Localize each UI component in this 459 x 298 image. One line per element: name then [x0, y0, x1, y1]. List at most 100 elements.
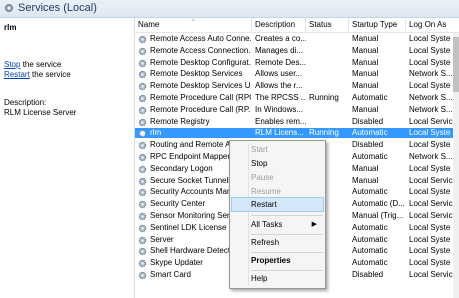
cell-startup-type: Automatic — [352, 93, 388, 102]
selected-service-name: rlm — [4, 23, 17, 32]
cell-startup-type: Manual — [352, 175, 379, 185]
gear-icon — [138, 59, 147, 67]
cell-description: Creates a co... — [255, 34, 306, 43]
cell-log-on-as: Local Syste — [409, 163, 451, 173]
table-row[interactable]: Remote Registry Enables rem... Disabled Loc… — [135, 117, 459, 127]
restart-service-link[interactable]: Restart — [4, 70, 30, 79]
cell-log-on-as: Local Servic — [409, 116, 453, 126]
table-row[interactable]: Remote Access Auto Conne... Creates a co.… — [135, 34, 459, 44]
menu-item-properties[interactable]: Properties — [232, 254, 323, 267]
gear-icon — [138, 177, 147, 185]
cell-status — [309, 105, 349, 115]
cell-description: Enables rem... — [255, 116, 306, 126]
service-name: Remote Procedure Call (RPC) — [150, 93, 251, 102]
service-name: RPC Endpoint Mapper — [150, 152, 231, 161]
cell-startup-type: Automatic — [352, 234, 388, 244]
cell-startup-type: Automatic — [352, 258, 388, 268]
column-header-status[interactable]: Status — [306, 18, 349, 32]
stop-link-suffix: the service — [20, 60, 62, 69]
service-description: Description: RLM License Server — [4, 98, 76, 118]
cell-log-on-as: Network S... — [409, 69, 453, 79]
cell-name: Remote Registry — [138, 117, 251, 127]
scrollbar-thumb[interactable] — [453, 37, 459, 92]
cell-log-on-as: Local Syste — [409, 187, 451, 197]
cell-startup-type: Manual — [352, 57, 379, 67]
service-name: Sentinel LDK License M — [150, 222, 236, 232]
table-row[interactable]: Remote Desktop Services U... Allows the r… — [135, 81, 459, 91]
gear-icon — [138, 259, 147, 268]
menu-item-resume: Resume — [251, 187, 281, 196]
cell-status — [309, 34, 349, 44]
vertical-scrollbar[interactable] — [453, 33, 459, 298]
cell-name: Remote Procedure Call (RPC) — [138, 93, 251, 103]
table-row[interactable]: rlm RLM Licens... Running Automatic Local Sy… — [135, 128, 459, 139]
service-name: Remote Desktop Services — [150, 69, 243, 79]
cell-log-on-as: Local Syste — [409, 258, 451, 268]
cell-description: Allows user... — [255, 69, 303, 79]
description-text: RLM License Server — [4, 108, 77, 117]
service-name: Secure Socket Tunnelin — [150, 175, 235, 185]
gear-icon — [138, 271, 147, 280]
cell-status: Running — [309, 93, 339, 102]
gear-icon — [138, 236, 147, 244]
cell-log-on-as: Local Servic — [409, 199, 453, 209]
cell-description: Allows the r... — [255, 81, 303, 91]
column-header-startup-type[interactable]: Startup Type — [349, 18, 406, 32]
service-name: Routing and Remote A — [150, 140, 231, 150]
service-name: Shell Hardware Detecti — [150, 246, 232, 256]
stop-service-link[interactable]: Stop — [4, 60, 20, 69]
cell-log-on-as: Local Syste — [409, 222, 451, 232]
service-name: Smart Card — [150, 270, 191, 279]
table-row[interactable]: Remote Procedure Call (RP... In Windows..… — [135, 105, 459, 115]
cell-log-on-as: Network S... — [409, 152, 453, 161]
service-name: Remote Desktop Configurat... — [150, 57, 251, 67]
gear-icon — [138, 212, 147, 221]
gear-icon — [138, 106, 147, 114]
cell-log-on-as: Local Servic — [409, 211, 453, 220]
menu-separator — [251, 215, 323, 216]
menu-item-refresh[interactable]: Refresh — [232, 236, 323, 249]
cell-log-on-as: Local Servic — [409, 270, 453, 279]
menu-item-all-tasks-label: All Tasks — [251, 220, 283, 229]
menu-separator — [251, 252, 323, 253]
table-row[interactable]: Remote Access Connection... Manages di...… — [135, 46, 459, 56]
gear-icon — [138, 153, 147, 162]
cell-startup-type: Manual — [352, 45, 379, 55]
gear-icon — [138, 82, 147, 91]
cell-log-on-as: Network S... — [409, 104, 453, 114]
cell-name: Remote Desktop Services — [138, 69, 251, 79]
menu-item-stop[interactable]: Stop — [232, 157, 323, 170]
column-header-description[interactable]: Description — [252, 18, 306, 32]
table-row[interactable]: Remote Desktop Configurat... Remote Des..… — [135, 58, 459, 68]
service-details-pane: rlm Stop the service Restart the service… — [0, 18, 134, 298]
table-row[interactable]: Remote Desktop Services Allows user... Man… — [135, 69, 459, 79]
cell-log-on-as: Network S... — [409, 93, 453, 102]
column-header-name[interactable]: ^ Name — [135, 18, 252, 32]
service-name: Skype Updater — [150, 258, 203, 268]
cell-startup-type: Automatic (D... — [352, 199, 405, 209]
table-row[interactable]: Remote Procedure Call (RPC) The RPCSS ...… — [135, 93, 459, 103]
cell-log-on-as: Local Syste — [409, 246, 451, 256]
column-header-log-on-as[interactable]: Log On As — [406, 18, 459, 32]
column-header-row: ^ Name Description Status Startup Type L… — [135, 18, 459, 33]
gear-icon — [138, 130, 147, 138]
description-label: Description: — [4, 98, 47, 107]
menu-item-all-tasks[interactable]: All Tasks ▶ — [232, 218, 323, 231]
cell-description: RLM Licens... — [255, 128, 304, 138]
gear-icon — [138, 71, 147, 79]
submenu-arrow-icon: ▶ — [311, 221, 317, 228]
gear-icon — [138, 248, 147, 256]
gear-icon — [138, 141, 147, 150]
cell-log-on-as: Local Servic — [409, 175, 453, 185]
cell-log-on-as: Local Syste — [409, 140, 451, 150]
cell-log-on-as: Local Syste — [409, 234, 451, 244]
gear-icon — [138, 165, 147, 173]
service-name: Secondary Logon — [150, 163, 213, 173]
menu-separator — [251, 270, 323, 271]
menu-item-restart[interactable]: Restart — [231, 197, 324, 212]
cell-description: Manages di... — [255, 45, 304, 55]
menu-item-help[interactable]: Help — [232, 272, 323, 285]
service-name: Remote Registry — [150, 116, 210, 126]
menu-item-start: Start — [251, 145, 268, 154]
cell-log-on-as: Local Syste — [409, 45, 451, 55]
